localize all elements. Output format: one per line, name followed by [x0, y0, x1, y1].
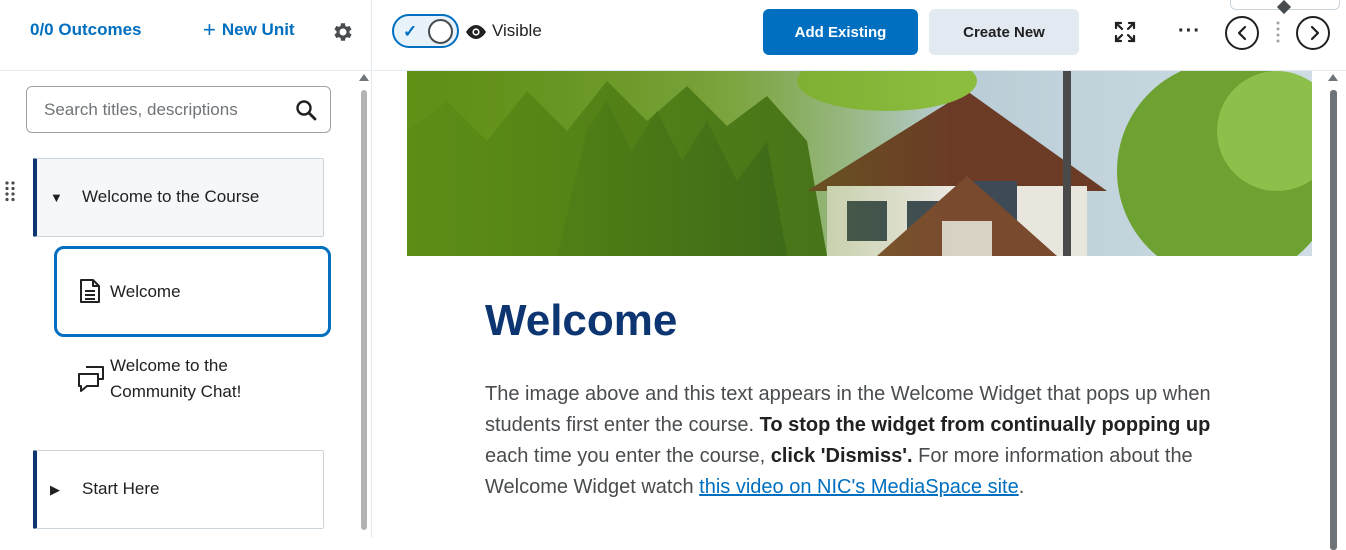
plus-icon: + [203, 17, 216, 42]
outline-scrollbar[interactable] [359, 72, 369, 538]
welcome-description: The image above and this text appears in… [485, 379, 1245, 503]
body-text: . [1018, 476, 1025, 498]
create-new-button[interactable]: Create New [929, 9, 1079, 55]
new-unit-label: New Unit [221, 20, 295, 39]
body-emphasis: click 'Dismiss'. [770, 445, 913, 467]
visibility-toggle[interactable]: ✓ [392, 14, 459, 48]
drag-handle-icon[interactable] [4, 180, 16, 202]
search-icon[interactable] [294, 98, 318, 122]
outline-header: 0/0 Outcomes + New Unit [0, 0, 372, 71]
chevron-right-icon [1310, 25, 1320, 41]
search-placeholder: Search titles, descriptions [44, 100, 238, 119]
new-unit-button[interactable]: + New Unit [203, 17, 295, 42]
tooltip-pointer [1276, 0, 1292, 15]
unit-title: Welcome to the Course [82, 187, 260, 206]
chat-icon [78, 366, 104, 392]
fullscreen-expand-icon[interactable] [1114, 21, 1136, 43]
unit-welcome-to-the-course[interactable]: ▼ Welcome to the Course [33, 158, 324, 237]
gear-icon[interactable] [330, 20, 354, 44]
toggle-knob [428, 19, 453, 44]
visibility-label: Visible [492, 21, 542, 40]
more-options-icon[interactable]: ··· [1178, 20, 1206, 44]
scrollbar-thumb[interactable] [361, 90, 367, 530]
content-toolbar: ✓ Visible Add Existing Create New ··· [373, 0, 1346, 71]
body-text: each time you enter the course, [485, 445, 771, 467]
chevron-left-icon [1237, 25, 1247, 41]
scroll-up-arrow-icon[interactable] [1328, 74, 1338, 81]
topic-label: Welcome [110, 282, 181, 301]
add-existing-button[interactable]: Add Existing [763, 9, 918, 55]
check-icon: ✓ [403, 22, 418, 41]
body-emphasis: To stop the widget from continually popp… [759, 414, 1211, 436]
vertical-dots-divider [1276, 21, 1280, 43]
previous-topic-button[interactable] [1225, 16, 1259, 50]
mediaspace-video-link[interactable]: this video on NIC's MediaSpace site [699, 476, 1019, 498]
tooltip [1230, 0, 1340, 15]
scrollbar-thumb[interactable] [1330, 90, 1337, 550]
page-title: Welcome [485, 296, 678, 345]
topic-welcome[interactable]: Welcome [54, 246, 331, 337]
eye-icon [466, 25, 486, 39]
next-topic-button[interactable] [1296, 16, 1330, 50]
topic-label: Welcome to the Community Chat! [110, 356, 242, 401]
outcomes-link[interactable]: 0/0 Outcomes [30, 20, 142, 40]
search-input[interactable]: Search titles, descriptions [26, 86, 331, 133]
caret-down-icon[interactable]: ▼ [50, 190, 63, 205]
document-icon [80, 279, 100, 303]
content-outline-panel: 0/0 Outcomes + New Unit Search titles, d… [0, 0, 372, 538]
caret-right-icon[interactable]: ▶ [50, 482, 60, 498]
scroll-up-arrow-icon[interactable] [359, 74, 369, 81]
unit-title: Start Here [82, 479, 160, 498]
content-scrollbar[interactable] [1328, 72, 1340, 550]
welcome-banner-image [407, 71, 1312, 256]
topic-community-chat[interactable]: Welcome to the Community Chat! [74, 352, 324, 412]
unit-start-here[interactable]: ▶ Start Here [33, 450, 324, 529]
